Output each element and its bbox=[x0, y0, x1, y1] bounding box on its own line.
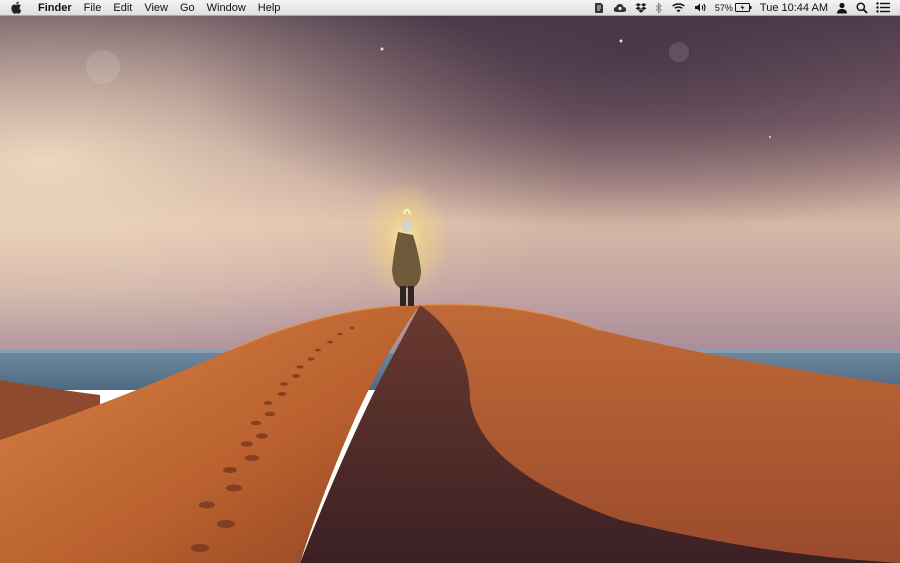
spotlight-search-icon[interactable] bbox=[852, 0, 872, 16]
desktop[interactable]: Finder File Edit View Go Window Help 57%… bbox=[0, 0, 900, 563]
battery-percent: 57% bbox=[714, 2, 733, 13]
desktop-wallpaper bbox=[0, 0, 900, 563]
menu-view[interactable]: View bbox=[138, 0, 174, 16]
battery-icon bbox=[734, 3, 752, 12]
user-icon[interactable] bbox=[832, 0, 852, 16]
bluetooth-icon[interactable] bbox=[651, 0, 667, 16]
menu-bar-clock[interactable]: Tue 10:44 AM bbox=[756, 0, 832, 16]
dropbox-icon[interactable] bbox=[631, 0, 651, 16]
apple-menu-icon[interactable] bbox=[0, 0, 32, 16]
notification-center-icon[interactable] bbox=[872, 0, 894, 16]
volume-icon[interactable] bbox=[690, 0, 711, 16]
menu-window[interactable]: Window bbox=[201, 0, 252, 16]
menu-bar-left: Finder File Edit View Go Window Help bbox=[0, 0, 286, 16]
menu-bar: Finder File Edit View Go Window Help 57%… bbox=[0, 0, 900, 16]
evernote-icon[interactable] bbox=[589, 0, 609, 16]
menu-bar-status-area: 57% Tue 10:44 AM bbox=[589, 0, 900, 16]
menu-go[interactable]: Go bbox=[174, 0, 201, 16]
battery-status[interactable]: 57% bbox=[711, 0, 756, 16]
menu-file[interactable]: File bbox=[78, 0, 108, 16]
wifi-icon[interactable] bbox=[667, 0, 690, 16]
menu-help[interactable]: Help bbox=[252, 0, 287, 16]
cloud-app-icon[interactable] bbox=[609, 0, 631, 16]
menu-edit[interactable]: Edit bbox=[107, 0, 138, 16]
app-menu-finder[interactable]: Finder bbox=[32, 0, 78, 16]
